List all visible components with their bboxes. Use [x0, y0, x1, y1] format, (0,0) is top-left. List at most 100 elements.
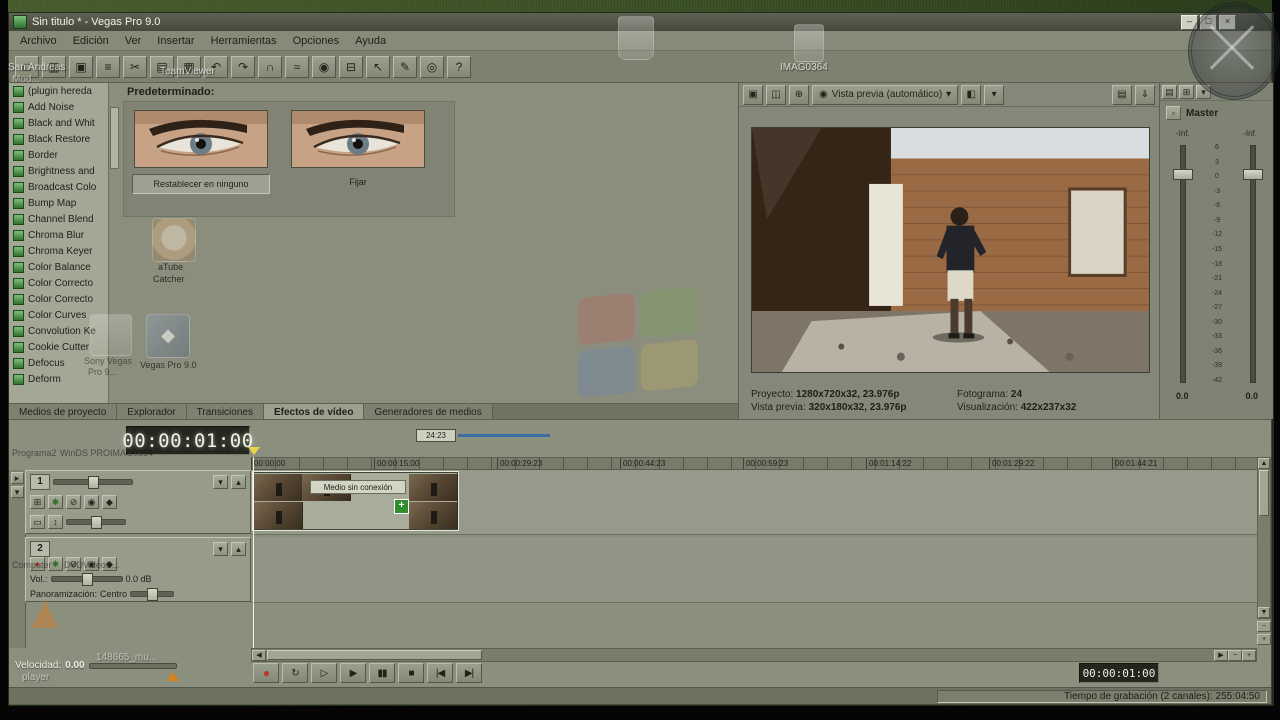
plugin-list-item[interactable]: Deform: [9, 371, 119, 387]
preview-quality-dropdown[interactable]: ◉ Vista previa (automático) ▾: [812, 84, 959, 105]
track-list-icon[interactable]: ▸: [10, 472, 24, 484]
panel-tab[interactable]: Transiciones: [186, 404, 264, 420]
audio-track-header[interactable]: 2 ▾ ▴ ● ✱ ⊘ ◉ ◆ Vol.: 0.0 dB Panoramización:…: [25, 537, 251, 602]
scrollbar-thumb[interactable]: [267, 650, 482, 660]
ignore-grouping-icon[interactable]: ⊟: [339, 55, 363, 78]
video-event-clip[interactable]: Medio sin conexión +: [252, 471, 459, 531]
overlays-icon[interactable]: ⊕: [789, 84, 809, 105]
redo-icon[interactable]: ↷: [231, 55, 255, 78]
plugin-list-item[interactable]: Add Noise: [9, 99, 119, 115]
track-zoom-in-icon[interactable]: +: [1257, 634, 1271, 645]
menu-item[interactable]: Insertar: [150, 33, 201, 49]
copy-icon[interactable]: ▤: [150, 55, 174, 78]
copy-snapshot-icon[interactable]: ▤: [1112, 84, 1132, 105]
track-level-slider[interactable]: [53, 476, 133, 489]
project-properties-icon[interactable]: ≡: [96, 55, 120, 78]
automation-button[interactable]: ◆: [102, 495, 117, 509]
plugin-list-item[interactable]: Chroma Keyer: [9, 243, 119, 259]
cut-icon[interactable]: ✂: [123, 55, 147, 78]
go-to-end-button[interactable]: ▶|: [456, 663, 482, 683]
vertical-scrollbar[interactable]: ▲ ▼: [1257, 457, 1271, 619]
zoom-tool-icon[interactable]: ◎: [420, 55, 444, 78]
pan-slider[interactable]: [130, 588, 175, 601]
scrub-slider[interactable]: [88, 662, 177, 669]
split-screen-icon[interactable]: ◧: [961, 84, 982, 105]
track-fx-button[interactable]: ✱: [48, 557, 63, 571]
plugin-list-item[interactable]: Defocus: [9, 355, 119, 371]
scroll-down-icon[interactable]: ▼: [1258, 607, 1270, 618]
playhead-line[interactable]: [253, 457, 254, 648]
plugin-list-item[interactable]: Cookie Cutter: [9, 339, 119, 355]
play-button[interactable]: ▶: [340, 663, 366, 683]
undo-icon[interactable]: ↶: [204, 55, 228, 78]
panel-tab[interactable]: Medios de proyecto: [9, 404, 118, 420]
envelope-tool-icon[interactable]: ✎: [393, 55, 417, 78]
solo-button[interactable]: ◉: [84, 557, 99, 571]
record-button[interactable]: ●: [253, 663, 279, 683]
new-project-icon[interactable]: □: [15, 55, 39, 78]
scrollbar-thumb[interactable]: [1259, 470, 1269, 516]
menu-item[interactable]: Archivo: [13, 33, 64, 49]
plugin-list-item[interactable]: Black and Whit: [9, 115, 119, 131]
track-list-icon[interactable]: ▾: [10, 486, 24, 498]
loop-region-bar[interactable]: [458, 434, 550, 437]
zoom-out-icon[interactable]: −: [1228, 649, 1242, 661]
automation-button[interactable]: ◆: [102, 557, 117, 571]
plugin-list-scrollbar[interactable]: [108, 83, 119, 403]
solo-button[interactable]: ◉: [84, 495, 99, 509]
open-icon[interactable]: ▥: [42, 55, 66, 78]
plugin-list-item[interactable]: Border: [9, 147, 119, 163]
arm-record-button[interactable]: ●: [30, 557, 45, 571]
pause-button[interactable]: ▮▮: [369, 663, 395, 683]
track-fx-button[interactable]: ✱: [48, 495, 63, 509]
panel-tab[interactable]: Explorador: [117, 404, 187, 420]
plugin-list-item[interactable]: Black Restore: [9, 131, 119, 147]
plugin-list-item[interactable]: Broadcast Colo: [9, 179, 119, 195]
preset-fijar[interactable]: Fijar: [287, 110, 429, 187]
preview-device-icon[interactable]: ▣: [743, 84, 763, 105]
menu-item[interactable]: Opciones: [286, 33, 346, 49]
plugin-list-item[interactable]: Brightness and: [9, 163, 119, 179]
external-monitor-icon[interactable]: ◫: [766, 84, 786, 105]
go-to-start-button[interactable]: |◀: [427, 663, 453, 683]
fader-right[interactable]: [1240, 143, 1264, 385]
track-fade-slider[interactable]: [66, 516, 126, 529]
minimize-track-button[interactable]: ▾: [213, 475, 228, 489]
time-ruler[interactable]: 00:00:00 00:00:15:00 00:00:29:23 00:00:44:2…: [251, 457, 1257, 470]
plugin-list-item[interactable]: Bump Map: [9, 195, 119, 211]
audio-track-lane[interactable]: [251, 537, 1257, 603]
play-from-start-button[interactable]: ▷: [311, 663, 337, 683]
menu-item[interactable]: Herramientas: [204, 33, 284, 49]
scroll-right-icon[interactable]: ▶: [1214, 649, 1228, 661]
plugin-list-item[interactable]: Color Balance: [9, 259, 119, 275]
plugin-list-item[interactable]: (plugin hereda: [9, 83, 119, 99]
plugin-list-item[interactable]: Channel Blend: [9, 211, 119, 227]
volume-slider[interactable]: [50, 573, 123, 586]
paste-icon[interactable]: ▦: [177, 55, 201, 78]
save-icon[interactable]: ▣: [69, 55, 93, 78]
track-motion-button[interactable]: ⊞: [30, 495, 45, 509]
normal-edit-tool-icon[interactable]: ↖: [366, 55, 390, 78]
restore-track-button[interactable]: ▴: [231, 475, 246, 489]
restore-track-button[interactable]: ▴: [231, 542, 246, 556]
plugin-list-item[interactable]: Convolution Ke: [9, 323, 119, 339]
menu-item[interactable]: Ayuda: [348, 33, 393, 49]
enable-snapping-icon[interactable]: ∩: [258, 55, 282, 78]
mute-button[interactable]: ⊘: [66, 495, 81, 509]
panel-tab[interactable]: Efectos de vídeo: [263, 404, 365, 420]
playhead-marker[interactable]: [248, 447, 260, 455]
scrub-rate-marker[interactable]: [167, 672, 179, 681]
preset-reset[interactable]: Restablecer en ninguno: [130, 110, 272, 194]
help-icon[interactable]: ?: [447, 55, 471, 78]
split-screen-arrow-icon[interactable]: ▾: [984, 84, 1005, 105]
stop-button[interactable]: ■: [398, 663, 424, 683]
fader-left[interactable]: [1170, 143, 1194, 385]
menu-item[interactable]: Ver: [118, 33, 149, 49]
mute-button[interactable]: ⊘: [66, 557, 81, 571]
panel-tab[interactable]: Generadores de medios: [364, 404, 493, 420]
plugin-list-item[interactable]: Color Curves: [9, 307, 119, 323]
minimize-track-button[interactable]: ▾: [213, 542, 228, 556]
menu-item[interactable]: Edición: [66, 33, 116, 49]
track-zoom-out-icon[interactable]: −: [1257, 621, 1271, 632]
track-height-icon[interactable]: ↕: [48, 515, 63, 529]
